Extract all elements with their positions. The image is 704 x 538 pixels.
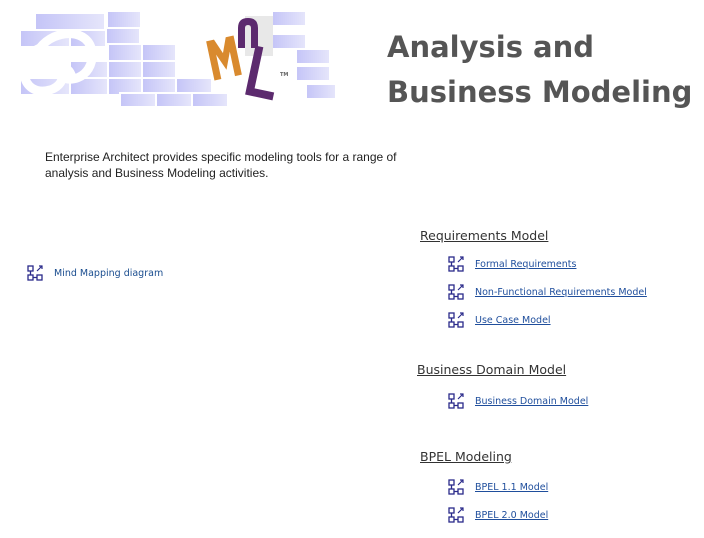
section-heading-bpel-modeling[interactable]: BPEL Modeling	[420, 449, 512, 464]
link-label: Mind Mapping diagram	[54, 267, 164, 279]
page-title-line-2: Business Modeling	[387, 75, 693, 109]
diagram-link-icon	[448, 478, 464, 495]
link-mind-mapping-diagram[interactable]: Mind Mapping diagram	[27, 264, 163, 282]
brick-wall	[19, 10, 337, 108]
link-use-case-model[interactable]: Use Case Model	[448, 311, 551, 329]
header-logo: TM	[19, 10, 337, 108]
link-label: BPEL 1.1 Model	[475, 481, 549, 493]
diagram-link-icon	[448, 506, 464, 523]
diagram-link-icon	[448, 255, 464, 272]
link-label: Use Case Model	[475, 314, 551, 326]
link-label: Business Domain Model	[475, 395, 589, 407]
uml-logo-icon: TM	[206, 16, 288, 101]
link-bpel-2-0-model[interactable]: BPEL 2.0 Model	[448, 506, 548, 524]
link-label: Non-Functional Requirements Model	[475, 286, 647, 298]
diagram-link-icon	[27, 264, 43, 281]
link-bpel-1-1-model[interactable]: BPEL 1.1 Model	[448, 478, 548, 496]
section-heading-business-domain-model[interactable]: Business Domain Model	[417, 362, 566, 377]
diagram-link-icon	[448, 392, 464, 409]
section-heading-requirements-model[interactable]: Requirements Model	[420, 228, 548, 243]
link-label: BPEL 2.0 Model	[475, 509, 549, 521]
link-formal-requirements[interactable]: Formal Requirements	[448, 255, 576, 273]
page-title-line-1: Analysis and	[387, 30, 595, 64]
link-label: Formal Requirements	[475, 258, 577, 270]
link-non-functional-requirements-model[interactable]: Non-Functional Requirements Model	[448, 283, 647, 301]
svg-text:TM: TM	[280, 72, 288, 78]
diagram-link-icon	[448, 283, 464, 300]
intro-text: Enterprise Architect provides specific m…	[45, 150, 397, 180]
link-business-domain-model[interactable]: Business Domain Model	[448, 392, 588, 410]
diagram-link-icon	[448, 311, 464, 328]
